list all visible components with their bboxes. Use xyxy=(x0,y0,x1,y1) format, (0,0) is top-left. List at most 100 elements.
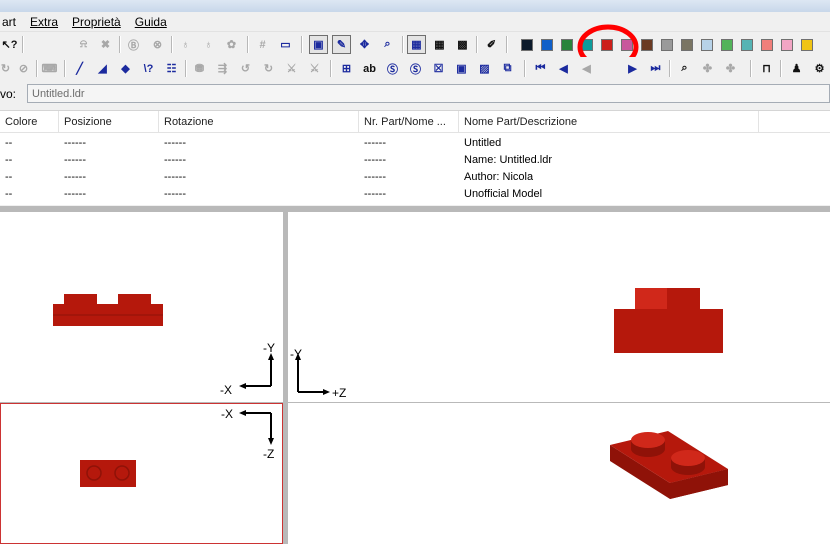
side-view-pane[interactable]: -Y +Z xyxy=(288,212,830,402)
column-header-posizione[interactable]: Posizione xyxy=(59,111,159,133)
bricks-alt-icon[interactable]: ✤ xyxy=(721,59,740,78)
next-step-icon[interactable]: ▶ xyxy=(623,59,642,78)
buffer-icon[interactable]: ⛃ xyxy=(190,59,209,78)
toolbar-separator xyxy=(780,60,782,77)
color-swatch[interactable] xyxy=(801,39,813,51)
arrows-icon[interactable]: ⇶ xyxy=(213,59,232,78)
folder-icon[interactable]: ▭ xyxy=(276,35,295,54)
file-row: vo: xyxy=(0,81,830,106)
axis-z-label: -Z xyxy=(263,447,274,461)
cell-description: Name: Untitled.ldr xyxy=(464,154,553,166)
circle-b-icon[interactable]: Ⓑ xyxy=(124,35,143,54)
circle-x-icon[interactable]: ⊗ xyxy=(148,35,167,54)
toolbar-separator xyxy=(22,36,24,53)
last-step-icon[interactable]: ⏭ xyxy=(646,59,665,78)
bulb-icon[interactable]: ♁ xyxy=(176,35,195,54)
mirror-axis-icon[interactable]: ⚔ xyxy=(305,59,324,78)
edit-pen-icon[interactable]: ✎ xyxy=(332,35,351,54)
prev-arrow-icon[interactable]: ◀ xyxy=(577,59,596,78)
menu-item-part[interactable]: art xyxy=(2,15,16,29)
help-cursor-icon[interactable]: ↖? xyxy=(0,35,19,54)
toolbar-separator xyxy=(330,60,332,77)
color-swatch[interactable] xyxy=(661,39,673,51)
toolbar-separator xyxy=(750,60,752,77)
mirror-icon[interactable]: ⚔ xyxy=(282,59,301,78)
table-row[interactable]: -- ------ ------ ------ Author: Nicola xyxy=(0,169,830,186)
keyboard-icon[interactable]: ⌨ xyxy=(40,59,59,78)
color-swatch[interactable] xyxy=(781,39,793,51)
axis-x-label: -X xyxy=(221,407,233,421)
gear-icon[interactable]: ⚙ xyxy=(810,59,829,78)
prev-step-icon[interactable]: ◀ xyxy=(554,59,573,78)
top-view-pane[interactable]: -X -Z xyxy=(0,403,283,544)
grid-fine-icon[interactable]: ▩ xyxy=(453,35,472,54)
front-view-pane[interactable]: -Y -X xyxy=(0,212,283,402)
comment-icon[interactable]: ☷ xyxy=(162,59,181,78)
column-header-rotazione[interactable]: Rotazione xyxy=(159,111,359,133)
color-swatch[interactable] xyxy=(561,39,573,51)
triangle-tool-icon[interactable]: ◢ xyxy=(93,59,112,78)
top-brick-body xyxy=(80,460,136,487)
grid-dots-icon[interactable]: # xyxy=(253,35,272,54)
axis-z-label: +Z xyxy=(332,386,346,400)
cell-rotazione: ------ xyxy=(164,137,186,149)
save-step-icon[interactable]: Ⓢ xyxy=(383,59,402,78)
view-windows-icon[interactable]: ▣ xyxy=(309,35,328,54)
file-name-field[interactable] xyxy=(27,84,830,103)
step-delete-icon[interactable]: ☒ xyxy=(429,59,448,78)
picture-icon[interactable]: ▣ xyxy=(452,59,471,78)
color-swatch[interactable] xyxy=(721,39,733,51)
grid-icon[interactable]: ▦ xyxy=(430,35,449,54)
picture-edit-icon[interactable]: ▨ xyxy=(475,59,494,78)
move-arrows-icon[interactable]: ✥ xyxy=(355,35,374,54)
optional-line-icon[interactable]: \? xyxy=(139,59,158,78)
cell-rotazione: ------ xyxy=(164,154,186,166)
bulb-outline-icon[interactable]: ♁ xyxy=(199,35,218,54)
table-row[interactable]: -- ------ ------ ------ Unofficial Model xyxy=(0,186,830,203)
cell-description: Unofficial Model xyxy=(464,188,543,200)
no-entry-icon[interactable]: ⊘ xyxy=(14,59,33,78)
side-brick-body xyxy=(614,309,723,353)
column-header-description[interactable]: Nome Part/Descrizione xyxy=(459,111,759,133)
menu-item-extra[interactable]: Extra xyxy=(30,15,58,29)
copy-icon[interactable]: ⧉ xyxy=(498,59,517,78)
cell-rotazione: ------ xyxy=(164,171,186,183)
side-view-canvas: -Y +Z xyxy=(290,288,723,400)
minifig-icon[interactable]: ♟ xyxy=(787,59,806,78)
wand-icon[interactable]: ✐ xyxy=(482,35,501,54)
cell-posizione: ------ xyxy=(64,188,86,200)
rotate-icon[interactable]: ↻ xyxy=(0,59,15,78)
step-add-icon[interactable]: ⊞ xyxy=(337,59,356,78)
zoom-icon[interactable]: ⌕ xyxy=(378,35,397,54)
delete-cross-icon[interactable]: ✖ xyxy=(96,35,115,54)
first-step-icon[interactable]: ⏮ xyxy=(531,59,550,78)
menu-item-guida[interactable]: Guida xyxy=(135,15,167,29)
bell-icon[interactable]: ⍾ xyxy=(74,35,93,54)
find-icon[interactable]: ⌕ xyxy=(675,59,694,78)
four-views-icon[interactable]: ▦ xyxy=(407,35,426,54)
rotation-axis-icon[interactable]: ↻ xyxy=(259,59,278,78)
color-swatch[interactable] xyxy=(761,39,773,51)
quad-tool-icon[interactable]: ◆ xyxy=(116,59,135,78)
column-header-part-number[interactable]: Nr. Part/Nome ... xyxy=(359,111,459,133)
table-row[interactable]: -- ------ ------ ------ Untitled xyxy=(0,135,830,152)
color-swatch[interactable] xyxy=(741,39,753,51)
rotation-step-icon[interactable]: ↺ xyxy=(236,59,255,78)
text-tool-icon[interactable]: ab xyxy=(360,59,379,78)
color-swatch[interactable] xyxy=(701,39,713,51)
front-stud-left xyxy=(64,294,97,305)
bricks-icon[interactable]: ✤ xyxy=(698,59,717,78)
color-swatch[interactable] xyxy=(541,39,553,51)
perspective-view-pane[interactable] xyxy=(288,403,830,544)
menu-item-proprieta[interactable]: Proprietà xyxy=(72,15,121,29)
axis-z-arrow-icon xyxy=(323,389,330,395)
brick-group-icon[interactable]: ✿ xyxy=(222,35,241,54)
color-swatch[interactable] xyxy=(521,39,533,51)
bracket-icon[interactable]: ⊓ xyxy=(757,59,776,78)
table-row[interactable]: -- ------ ------ ------ Name: Untitled.l… xyxy=(0,152,830,169)
line-tool-icon[interactable]: ╱ xyxy=(70,59,89,78)
column-header-colore[interactable]: Colore xyxy=(0,111,59,133)
toolbar-separator xyxy=(301,36,303,53)
color-swatch[interactable] xyxy=(681,39,693,51)
step-s-icon[interactable]: Ⓢ xyxy=(406,59,425,78)
